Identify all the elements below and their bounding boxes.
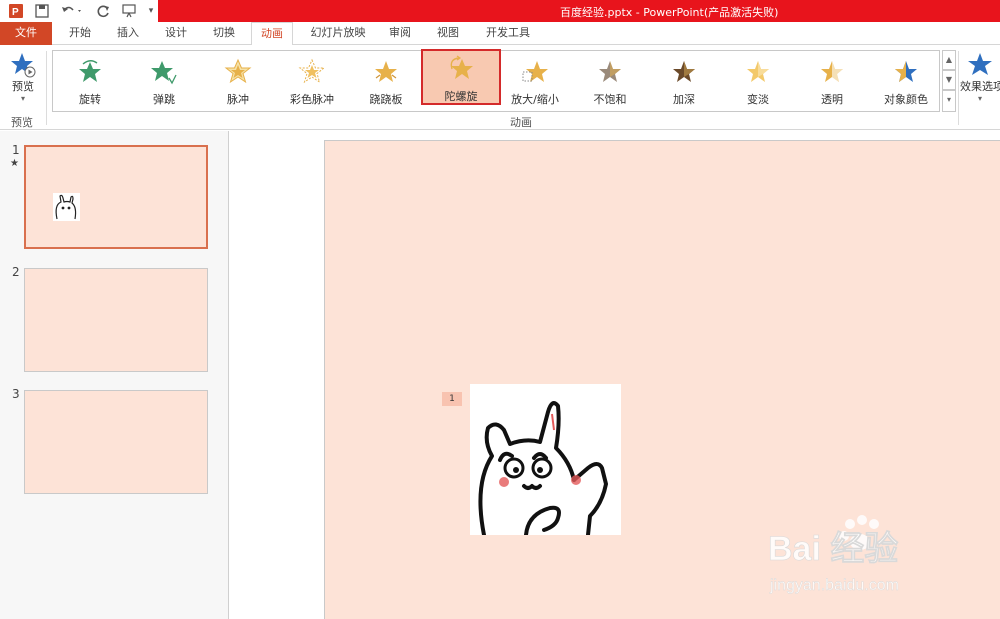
undo-icon[interactable] (58, 2, 86, 20)
tab-slideshow[interactable]: 幻灯片放映 (302, 22, 374, 45)
preview-star-icon (10, 52, 36, 78)
animation-label: 陀螺旋 (444, 90, 478, 103)
animation-object-color[interactable]: 对象颜色 (869, 54, 943, 110)
effect-options-label: 效果选项 (960, 80, 1000, 93)
title-bar: P ▾ 百度经验.pptx - PowerPoint(产品激活失败) (0, 0, 1000, 22)
teeter-star-icon (372, 58, 400, 86)
animation-teeter[interactable]: 跷跷板 (349, 54, 423, 110)
animation-star-icon: ★ (10, 158, 19, 169)
animation-label: 加深 (673, 93, 695, 106)
tab-animations[interactable]: 动画 (251, 22, 293, 46)
transparency-star-icon (818, 58, 846, 86)
gallery-scroll-up[interactable]: ▲ (942, 50, 956, 70)
animation-ribbon: 预览 ▾ 预览 旋转 弹跳 脉冲 彩色脉冲 跷跷板 陀螺旋 放大/缩小 不饱和 … (0, 45, 1000, 130)
animation-label: 跷跷板 (369, 93, 403, 106)
tab-insert[interactable]: 插入 (108, 22, 148, 45)
animation-label: 脉冲 (227, 93, 249, 106)
animation-label: 放大/缩小 (511, 93, 559, 106)
animation-label: 旋转 (79, 93, 101, 106)
animation-darken[interactable]: 加深 (647, 54, 721, 110)
animation-label: 不饱和 (593, 93, 627, 106)
gallery-more[interactable]: ▾ (942, 90, 956, 112)
slide-number: 1 (12, 143, 20, 157)
tab-home[interactable]: 开始 (60, 22, 100, 45)
animation-color-pulse[interactable]: 彩色脉冲 (275, 54, 349, 110)
animation-label: 对象颜色 (884, 93, 928, 106)
effect-options-star-icon (967, 52, 993, 78)
object-color-star-icon (892, 58, 920, 86)
powerpoint-logo-icon: P (6, 2, 26, 20)
animation-desaturate[interactable]: 不饱和 (573, 54, 647, 110)
tab-transitions[interactable]: 切换 (204, 22, 244, 45)
window-title: 百度经验.pptx - PowerPoint(产品激活失败) (560, 6, 779, 19)
slide-thumbnail[interactable] (24, 390, 208, 494)
svg-text:P: P (12, 7, 19, 18)
slide-number: 3 (12, 387, 20, 401)
lighten-star-icon (744, 58, 772, 86)
effect-options-button[interactable]: 效果选项 ▾ (960, 50, 1000, 110)
animation-lighten[interactable]: 变淡 (721, 54, 795, 110)
tab-developer[interactable]: 开发工具 (478, 22, 538, 45)
save-icon[interactable] (32, 2, 52, 20)
effect-options-dropdown-icon: ▾ (977, 94, 982, 103)
thumbnail-image (53, 193, 80, 221)
bounce-star-icon (150, 58, 178, 86)
tab-file[interactable]: 文件 (0, 22, 52, 45)
group-divider (958, 51, 959, 125)
darken-star-icon (670, 58, 698, 86)
preview-label: 预览 (12, 80, 34, 93)
watermark-brand: Bai 经验 (768, 529, 898, 568)
color-pulse-star-icon (298, 58, 326, 86)
grow-shrink-star-icon (521, 58, 549, 86)
powerpoint-window: P ▾ 百度经验.pptx - PowerPoint(产品激活失败) 文件 开始… (0, 0, 1000, 619)
animation-label: 变淡 (747, 93, 769, 106)
spin-star-icon (76, 58, 104, 86)
customize-icon[interactable]: ▾ (146, 2, 156, 20)
animation-pulse[interactable]: 脉冲 (201, 54, 275, 110)
animation-spin[interactable]: 旋转 (53, 54, 127, 110)
ribbon-tabs: 文件 开始 插入 设计 切换 动画 幻灯片放映 审阅 视图 开发工具 (0, 22, 1000, 46)
pulse-star-icon (224, 58, 252, 86)
animation-label: 透明 (821, 93, 843, 106)
slide-thumbnail[interactable] (24, 145, 208, 249)
animation-label: 彩色脉冲 (290, 93, 334, 106)
spin-gyro-star-icon (447, 55, 475, 83)
start-from-beginning-icon[interactable] (120, 2, 142, 20)
animation-label: 弹跳 (153, 93, 175, 106)
redo-icon[interactable] (94, 2, 114, 20)
slide-number: 2 (12, 265, 20, 279)
desaturate-star-icon (596, 58, 624, 86)
animation-group-label: 动画 (510, 116, 532, 129)
animation-transparency[interactable]: 透明 (795, 54, 869, 110)
slide-thumbnail[interactable] (24, 268, 208, 372)
preview-group-label: 预览 (11, 116, 33, 129)
baidu-watermark: Bai 经验 jingyan.baidu.com (768, 512, 948, 602)
watermark-url: jingyan.baidu.com (769, 577, 899, 594)
group-divider (46, 51, 47, 125)
gallery-scroll-down[interactable]: ▼ (942, 70, 956, 90)
tab-design[interactable]: 设计 (156, 22, 196, 45)
animation-order-tag[interactable]: 1 (442, 392, 462, 406)
slide-thumbnail-panel: 1 ★ 2 3 (0, 131, 229, 619)
preview-button[interactable]: 预览 ▾ (6, 50, 40, 110)
tab-review[interactable]: 审阅 (380, 22, 420, 45)
preview-dropdown-icon: ▾ (20, 94, 25, 103)
animation-bounce[interactable]: 弹跳 (127, 54, 201, 110)
animation-gallery: 旋转 弹跳 脉冲 彩色脉冲 跷跷板 陀螺旋 放大/缩小 不饱和 加深 变淡 透明… (52, 49, 943, 112)
rabbit-image[interactable] (470, 384, 621, 535)
animation-spin-gyro[interactable]: 陀螺旋 (421, 49, 501, 105)
tab-view[interactable]: 视图 (428, 22, 468, 45)
animation-grow-shrink[interactable]: 放大/缩小 (499, 54, 571, 110)
